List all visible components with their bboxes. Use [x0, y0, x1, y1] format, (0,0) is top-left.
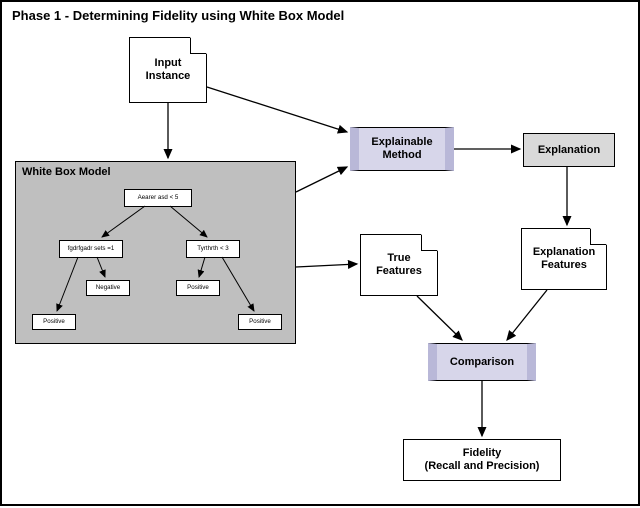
tree-right-split: Tyrthrth < 3	[186, 240, 240, 258]
node-true-features: TrueFeatures	[360, 234, 438, 296]
tree-left-leaf2: Negative	[86, 280, 130, 296]
node-comparison: Comparison	[428, 343, 536, 381]
node-fidelity: Fidelity(Recall and Precision)	[403, 439, 561, 481]
white-box-model-title: White Box Model	[22, 166, 111, 178]
node-true-features-label: TrueFeatures	[376, 252, 422, 277]
node-explanation: Explanation	[523, 133, 615, 167]
node-comparison-label: Comparison	[450, 356, 514, 369]
diagram-canvas: Phase 1 - Determining Fidelity using Whi…	[0, 0, 640, 506]
white-box-model-container: White Box Model Aearer asd < 5 fgdrfgadr…	[15, 161, 296, 344]
tree-root: Aearer asd < 5	[124, 189, 192, 207]
node-explanation-features: ExplanationFeatures	[521, 228, 607, 290]
node-fidelity-label: Fidelity(Recall and Precision)	[425, 447, 540, 472]
node-input-instance-label: InputInstance	[146, 57, 191, 82]
tree-right-leaf1: Positive	[176, 280, 220, 296]
node-input-instance: InputInstance	[129, 37, 207, 103]
tree-right-leaf2: Positive	[238, 314, 282, 330]
node-explainable-method: ExplainableMethod	[350, 127, 454, 171]
tree-left-leaf1: Positive	[32, 314, 76, 330]
diagram-title: Phase 1 - Determining Fidelity using Whi…	[12, 8, 344, 23]
node-explainable-method-label: ExplainableMethod	[371, 136, 432, 161]
node-explanation-features-label: ExplanationFeatures	[533, 246, 595, 271]
tree-left-split: fgdrfgadr sets =1	[59, 240, 123, 258]
node-explanation-label: Explanation	[538, 144, 600, 157]
